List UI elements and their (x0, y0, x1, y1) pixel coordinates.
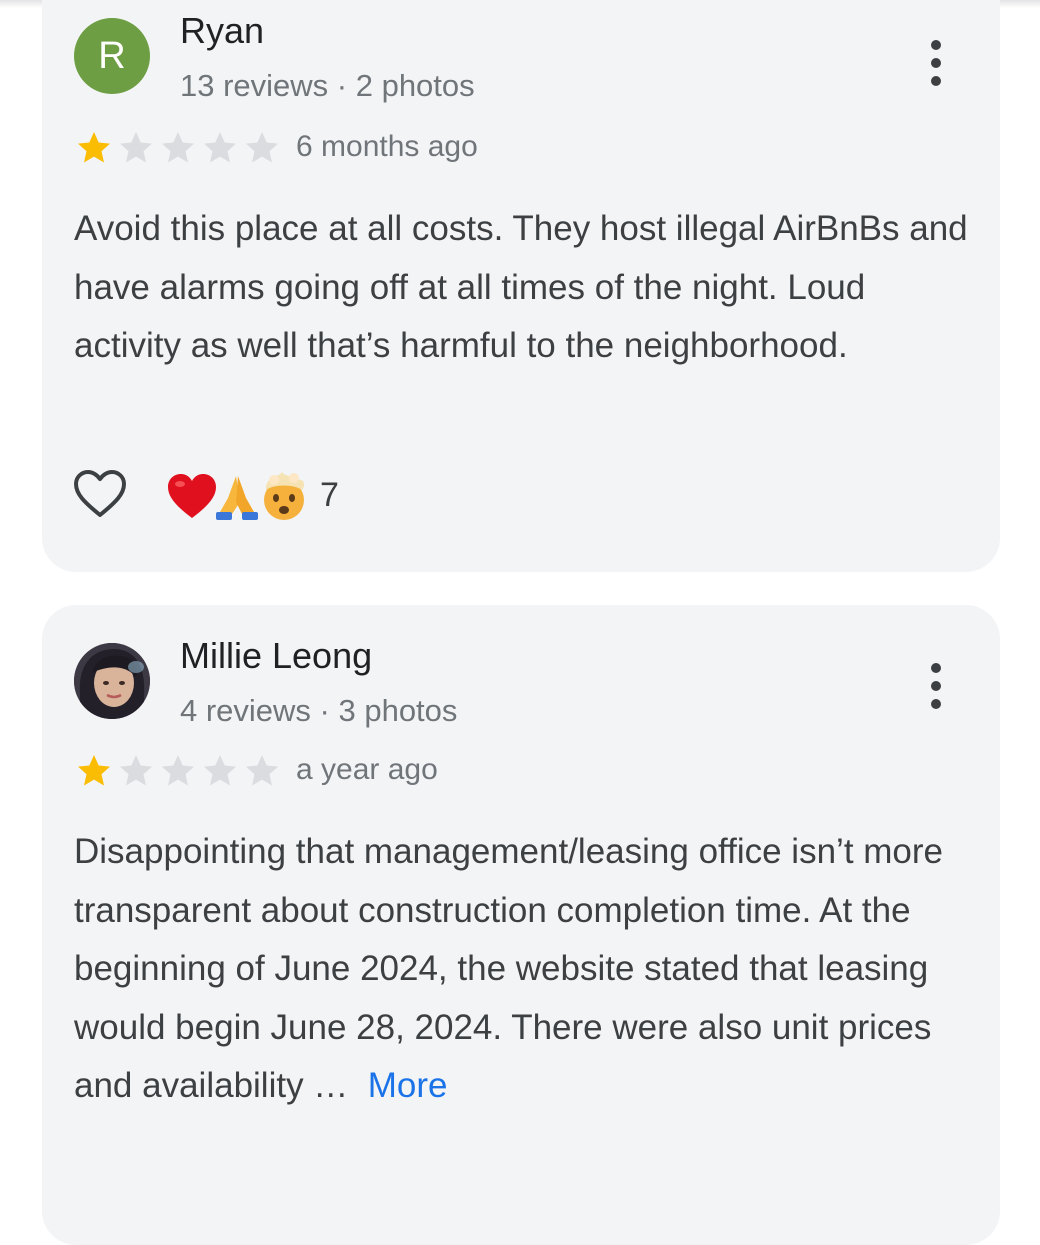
reviewer-meta: 13 reviews · 2 photos (180, 68, 475, 103)
review-text-content: Disappointing that management/leasing of… (74, 832, 944, 1105)
review-time: a year ago (296, 753, 438, 786)
avatar[interactable] (74, 643, 150, 719)
folded-hands-icon (216, 476, 258, 520)
avatar-letter: R (98, 35, 126, 77)
reaction-count: 7 (320, 476, 339, 514)
review-text: Disappointing that management/leasing of… (74, 823, 974, 1116)
like-heart-icon[interactable] (72, 468, 128, 522)
star-rating (74, 128, 284, 168)
more-link[interactable]: More (368, 1066, 448, 1105)
review-card: R Ryan 13 reviews · 2 photos 6 months ag… (42, 0, 1000, 572)
reviewer-meta: 4 reviews · 3 photos (180, 693, 458, 728)
star-icon (78, 755, 110, 786)
star-empty-icon (120, 755, 278, 786)
star-empty-icon (120, 132, 278, 163)
review-time: 6 months ago (296, 130, 478, 163)
review-text: Avoid this place at all costs. They host… (74, 209, 968, 365)
more-options-icon[interactable] (924, 661, 948, 711)
avatar[interactable]: R (74, 18, 150, 94)
reviewer-name[interactable]: Ryan (180, 10, 264, 52)
star-icon (78, 132, 110, 163)
reviewer-name[interactable]: Millie Leong (180, 635, 372, 677)
more-options-icon[interactable] (924, 38, 948, 88)
star-rating (74, 751, 284, 791)
red-heart-icon (168, 474, 216, 518)
reaction-emojis[interactable] (166, 468, 316, 524)
review-card: Millie Leong 4 reviews · 3 photos a year… (42, 605, 1000, 1245)
profile-photo-icon (74, 643, 150, 719)
exploding-head-icon (264, 472, 305, 520)
